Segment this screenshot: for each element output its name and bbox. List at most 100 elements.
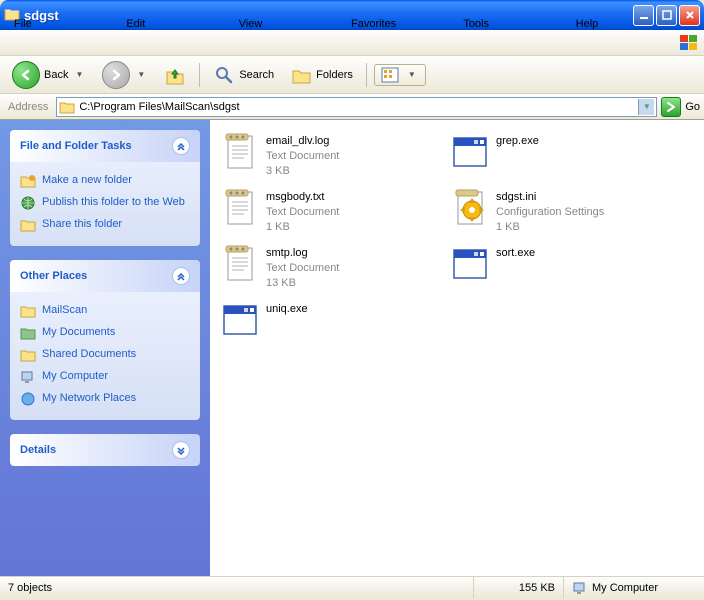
file-type: Text Document <box>266 261 339 276</box>
up-button[interactable] <box>158 61 192 89</box>
shared-icon <box>20 347 36 363</box>
documents-icon <box>20 325 36 341</box>
collapse-icon <box>172 137 190 155</box>
file-list[interactable]: email_dlv.logText Document3 KBgrep.exems… <box>210 120 704 576</box>
details-title: Details <box>20 444 56 456</box>
tasks-header[interactable]: File and Folder Tasks <box>10 130 200 162</box>
folders-label: Folders <box>316 69 353 81</box>
forward-icon <box>102 61 130 89</box>
status-count: 7 objects <box>8 582 52 594</box>
windows-flag-icon <box>680 33 698 53</box>
text-file-icon <box>220 188 260 232</box>
file-name: uniq.exe <box>266 302 308 317</box>
menu-help[interactable]: Help <box>568 15 680 71</box>
folders-icon <box>290 64 312 86</box>
file-size: 3 KB <box>266 164 339 179</box>
file-item[interactable]: uniq.exe <box>214 298 444 354</box>
address-label: Address <box>4 101 52 113</box>
file-name: grep.exe <box>496 134 539 149</box>
task-publish[interactable]: Publish this folder to the Web <box>20 192 190 214</box>
text-file-icon <box>220 132 260 176</box>
side-pane: File and Folder Tasks Make a new folder … <box>0 120 210 576</box>
places-header[interactable]: Other Places <box>10 260 200 292</box>
chevron-down-icon[interactable]: ▼ <box>72 70 86 79</box>
place-network[interactable]: My Network Places <box>20 388 190 410</box>
share-icon <box>20 217 36 233</box>
new-folder-icon <box>20 173 36 189</box>
task-label: Publish this folder to the Web <box>42 195 185 209</box>
file-size: 1 KB <box>496 220 604 235</box>
computer-icon <box>20 369 36 385</box>
menu-bar: File Edit View Favorites Tools Help <box>0 30 704 56</box>
place-label: MailScan <box>42 303 87 317</box>
task-share[interactable]: Share this folder <box>20 214 190 236</box>
file-name: smtp.log <box>266 246 339 261</box>
place-documents[interactable]: My Documents <box>20 322 190 344</box>
forward-button[interactable]: ▼ <box>96 58 154 92</box>
folders-button[interactable]: Folders <box>284 61 359 89</box>
go-button[interactable] <box>661 97 681 117</box>
place-label: My Network Places <box>42 391 136 405</box>
place-label: My Documents <box>42 325 115 339</box>
back-icon <box>12 61 40 89</box>
file-item[interactable]: msgbody.txtText Document1 KB <box>214 186 444 242</box>
place-label: My Computer <box>42 369 108 383</box>
address-field[interactable]: ▼ <box>56 97 657 117</box>
separator <box>199 63 200 87</box>
file-size: 1 KB <box>266 220 339 235</box>
address-input[interactable] <box>75 101 638 113</box>
application-icon <box>220 300 260 344</box>
menu-favorites[interactable]: Favorites <box>343 15 455 71</box>
go-label: Go <box>685 101 700 113</box>
task-new-folder[interactable]: Make a new folder <box>20 170 190 192</box>
address-bar: Address ▼ Go <box>0 94 704 120</box>
folder-icon <box>20 303 36 319</box>
file-name: sort.exe <box>496 246 535 261</box>
file-item[interactable]: grep.exe <box>444 130 674 186</box>
file-name: msgbody.txt <box>266 190 339 205</box>
file-type: Configuration Settings <box>496 205 604 220</box>
address-dropdown-button[interactable]: ▼ <box>638 99 654 115</box>
task-label: Share this folder <box>42 217 122 231</box>
place-shared[interactable]: Shared Documents <box>20 344 190 366</box>
details-panel: Details <box>10 434 200 466</box>
tasks-panel: File and Folder Tasks Make a new folder … <box>10 130 200 246</box>
chevron-down-icon: ▼ <box>405 70 419 79</box>
file-name: email_dlv.log <box>266 134 339 149</box>
place-mailscan[interactable]: MailScan <box>20 300 190 322</box>
back-label: Back <box>44 69 68 81</box>
file-size: 13 KB <box>266 276 339 291</box>
text-file-icon <box>220 244 260 288</box>
details-header[interactable]: Details <box>10 434 200 466</box>
file-item[interactable]: sdgst.iniConfiguration Settings1 KB <box>444 186 674 242</box>
tasks-title: File and Folder Tasks <box>20 140 132 152</box>
close-button[interactable] <box>679 5 700 26</box>
status-size: 155 KB <box>519 582 555 594</box>
file-type: Text Document <box>266 205 339 220</box>
globe-icon <box>20 195 36 211</box>
file-item[interactable]: email_dlv.logText Document3 KB <box>214 130 444 186</box>
menu-tools[interactable]: Tools <box>455 15 567 71</box>
network-icon <box>20 391 36 407</box>
status-location: My Computer <box>592 582 658 594</box>
file-name: sdgst.ini <box>496 190 604 205</box>
chevron-down-icon[interactable]: ▼ <box>134 70 148 79</box>
place-computer[interactable]: My Computer <box>20 366 190 388</box>
views-button[interactable]: ▼ <box>374 64 426 86</box>
task-label: Make a new folder <box>42 173 132 187</box>
search-button[interactable]: Search <box>207 61 280 89</box>
separator <box>366 63 367 87</box>
file-item[interactable]: sort.exe <box>444 242 674 298</box>
places-panel: Other Places MailScan My Documents Share… <box>10 260 200 420</box>
views-icon <box>381 67 399 83</box>
place-label: Shared Documents <box>42 347 136 361</box>
status-bar: 7 objects 155 KB My Computer <box>0 576 704 598</box>
computer-icon <box>572 581 588 595</box>
search-label: Search <box>239 69 274 81</box>
back-button[interactable]: Back ▼ <box>6 58 92 92</box>
expand-icon <box>172 441 190 459</box>
settings-file-icon <box>450 188 490 232</box>
application-icon <box>450 132 490 176</box>
file-item[interactable]: smtp.logText Document13 KB <box>214 242 444 298</box>
folder-up-icon <box>164 64 186 86</box>
